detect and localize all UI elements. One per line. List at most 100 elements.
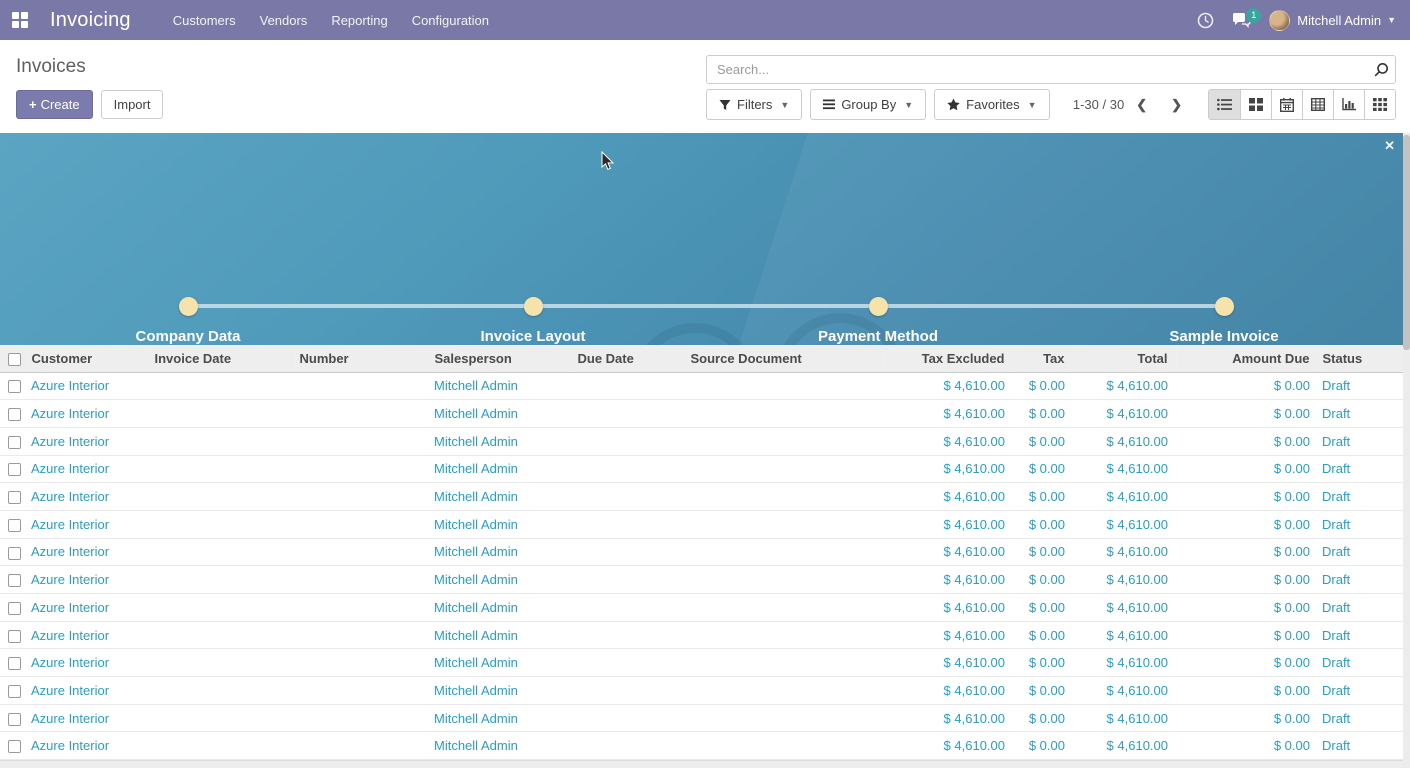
- row-checkbox[interactable]: [8, 408, 21, 421]
- cell-invoice_date[interactable]: [150, 704, 295, 732]
- cell-salesperson[interactable]: Mitchell Admin: [430, 621, 573, 649]
- cell-invoice_date[interactable]: [150, 649, 295, 677]
- row-checkbox[interactable]: [8, 685, 21, 698]
- cell-tax_excluded[interactable]: $ 4,610.00: [883, 677, 1013, 705]
- cell-source_document[interactable]: [686, 427, 883, 455]
- cell-due_date[interactable]: [573, 372, 686, 400]
- column-header-invoice_date[interactable]: Invoice Date: [150, 345, 295, 372]
- cell-amount_due[interactable]: $ 0.00: [1176, 621, 1318, 649]
- cell-invoice_date[interactable]: [150, 400, 295, 428]
- cell-tax_excluded[interactable]: $ 4,610.00: [883, 538, 1013, 566]
- cell-source_document[interactable]: [686, 704, 883, 732]
- cell-customer[interactable]: Azure Interior: [27, 621, 150, 649]
- cell-customer[interactable]: Azure Interior: [27, 372, 150, 400]
- cell-salesperson[interactable]: Mitchell Admin: [430, 510, 573, 538]
- row-checkbox[interactable]: [8, 740, 21, 753]
- cell-number[interactable]: [295, 677, 430, 705]
- cell-invoice_date[interactable]: [150, 510, 295, 538]
- cell-invoice_date[interactable]: [150, 483, 295, 511]
- cell-amount_due[interactable]: $ 0.00: [1176, 594, 1318, 622]
- cell-status[interactable]: Draft: [1318, 510, 1403, 538]
- cell-number[interactable]: [295, 510, 430, 538]
- cell-tax[interactable]: $ 0.00: [1013, 594, 1073, 622]
- cell-salesperson[interactable]: Mitchell Admin: [430, 483, 573, 511]
- cell-tax[interactable]: $ 0.00: [1013, 732, 1073, 760]
- cell-status[interactable]: Draft: [1318, 732, 1403, 760]
- cell-salesperson[interactable]: Mitchell Admin: [430, 427, 573, 455]
- cell-source_document[interactable]: [686, 372, 883, 400]
- cell-tax[interactable]: $ 0.00: [1013, 510, 1073, 538]
- cell-salesperson[interactable]: Mitchell Admin: [430, 649, 573, 677]
- row-checkbox[interactable]: [8, 491, 21, 504]
- cell-tax_excluded[interactable]: $ 4,610.00: [883, 621, 1013, 649]
- messages-icon[interactable]: 1: [1223, 0, 1259, 40]
- cell-due_date[interactable]: [573, 594, 686, 622]
- cell-number[interactable]: [295, 400, 430, 428]
- column-header-salesperson[interactable]: Salesperson: [430, 345, 573, 372]
- search-icon[interactable]: [1367, 62, 1395, 77]
- cell-total[interactable]: $ 4,610.00: [1073, 455, 1176, 483]
- cell-salesperson[interactable]: Mitchell Admin: [430, 400, 573, 428]
- cell-total[interactable]: $ 4,610.00: [1073, 649, 1176, 677]
- cell-amount_due[interactable]: $ 0.00: [1176, 400, 1318, 428]
- activity-view-icon[interactable]: [1364, 90, 1395, 119]
- row-checkbox[interactable]: [8, 463, 21, 476]
- row-checkbox[interactable]: [8, 574, 21, 587]
- import-button[interactable]: Import: [101, 90, 164, 119]
- cell-tax_excluded[interactable]: $ 4,610.00: [883, 483, 1013, 511]
- nav-menu-customers[interactable]: Customers: [161, 0, 248, 40]
- vertical-scrollbar-thumb[interactable]: [1403, 135, 1410, 350]
- cell-source_document[interactable]: [686, 594, 883, 622]
- cell-salesperson[interactable]: Mitchell Admin: [430, 704, 573, 732]
- cell-status[interactable]: Draft: [1318, 594, 1403, 622]
- row-checkbox[interactable]: [8, 602, 21, 615]
- cell-due_date[interactable]: [573, 483, 686, 511]
- group-by-dropdown[interactable]: Group By▼: [810, 89, 926, 120]
- cell-number[interactable]: [295, 704, 430, 732]
- cell-status[interactable]: Draft: [1318, 538, 1403, 566]
- table-row[interactable]: Azure InteriorMitchell Admin$ 4,610.00$ …: [0, 400, 1403, 428]
- cell-status[interactable]: Draft: [1318, 372, 1403, 400]
- cell-number[interactable]: [295, 538, 430, 566]
- cell-source_document[interactable]: [686, 649, 883, 677]
- cell-source_document[interactable]: [686, 400, 883, 428]
- pager-next-icon[interactable]: ❯: [1159, 93, 1194, 117]
- table-row[interactable]: Azure InteriorMitchell Admin$ 4,610.00$ …: [0, 732, 1403, 760]
- table-row[interactable]: Azure InteriorMitchell Admin$ 4,610.00$ …: [0, 649, 1403, 677]
- select-all-checkbox[interactable]: [8, 353, 21, 366]
- table-row[interactable]: Azure InteriorMitchell Admin$ 4,610.00$ …: [0, 594, 1403, 622]
- cell-due_date[interactable]: [573, 510, 686, 538]
- cell-number[interactable]: [295, 427, 430, 455]
- cell-total[interactable]: $ 4,610.00: [1073, 372, 1176, 400]
- cell-total[interactable]: $ 4,610.00: [1073, 677, 1176, 705]
- cell-due_date[interactable]: [573, 455, 686, 483]
- nav-menu-reporting[interactable]: Reporting: [319, 0, 399, 40]
- cell-total[interactable]: $ 4,610.00: [1073, 732, 1176, 760]
- cell-salesperson[interactable]: Mitchell Admin: [430, 538, 573, 566]
- cell-total[interactable]: $ 4,610.00: [1073, 510, 1176, 538]
- cell-tax_excluded[interactable]: $ 4,610.00: [883, 649, 1013, 677]
- app-brand[interactable]: Invoicing: [50, 9, 131, 32]
- cell-invoice_date[interactable]: [150, 594, 295, 622]
- favorites-dropdown[interactable]: Favorites▼: [934, 89, 1049, 120]
- user-menu[interactable]: Mitchell Admin ▼: [1269, 10, 1396, 31]
- cell-customer[interactable]: Azure Interior: [27, 538, 150, 566]
- vertical-scrollbar-track[interactable]: [1403, 133, 1410, 768]
- cell-status[interactable]: Draft: [1318, 677, 1403, 705]
- nav-menu-configuration[interactable]: Configuration: [400, 0, 501, 40]
- cell-source_document[interactable]: [686, 510, 883, 538]
- graph-view-icon[interactable]: [1333, 90, 1364, 119]
- table-row[interactable]: Azure InteriorMitchell Admin$ 4,610.00$ …: [0, 621, 1403, 649]
- cell-customer[interactable]: Azure Interior: [27, 732, 150, 760]
- cell-tax[interactable]: $ 0.00: [1013, 621, 1073, 649]
- cell-salesperson[interactable]: Mitchell Admin: [430, 455, 573, 483]
- pivot-view-icon[interactable]: [1302, 90, 1333, 119]
- cell-salesperson[interactable]: Mitchell Admin: [430, 372, 573, 400]
- cell-customer[interactable]: Azure Interior: [27, 677, 150, 705]
- column-header-tax_excluded[interactable]: Tax Excluded: [883, 345, 1013, 372]
- cell-salesperson[interactable]: Mitchell Admin: [430, 677, 573, 705]
- cell-amount_due[interactable]: $ 0.00: [1176, 510, 1318, 538]
- cell-tax[interactable]: $ 0.00: [1013, 538, 1073, 566]
- cell-customer[interactable]: Azure Interior: [27, 483, 150, 511]
- cell-status[interactable]: Draft: [1318, 566, 1403, 594]
